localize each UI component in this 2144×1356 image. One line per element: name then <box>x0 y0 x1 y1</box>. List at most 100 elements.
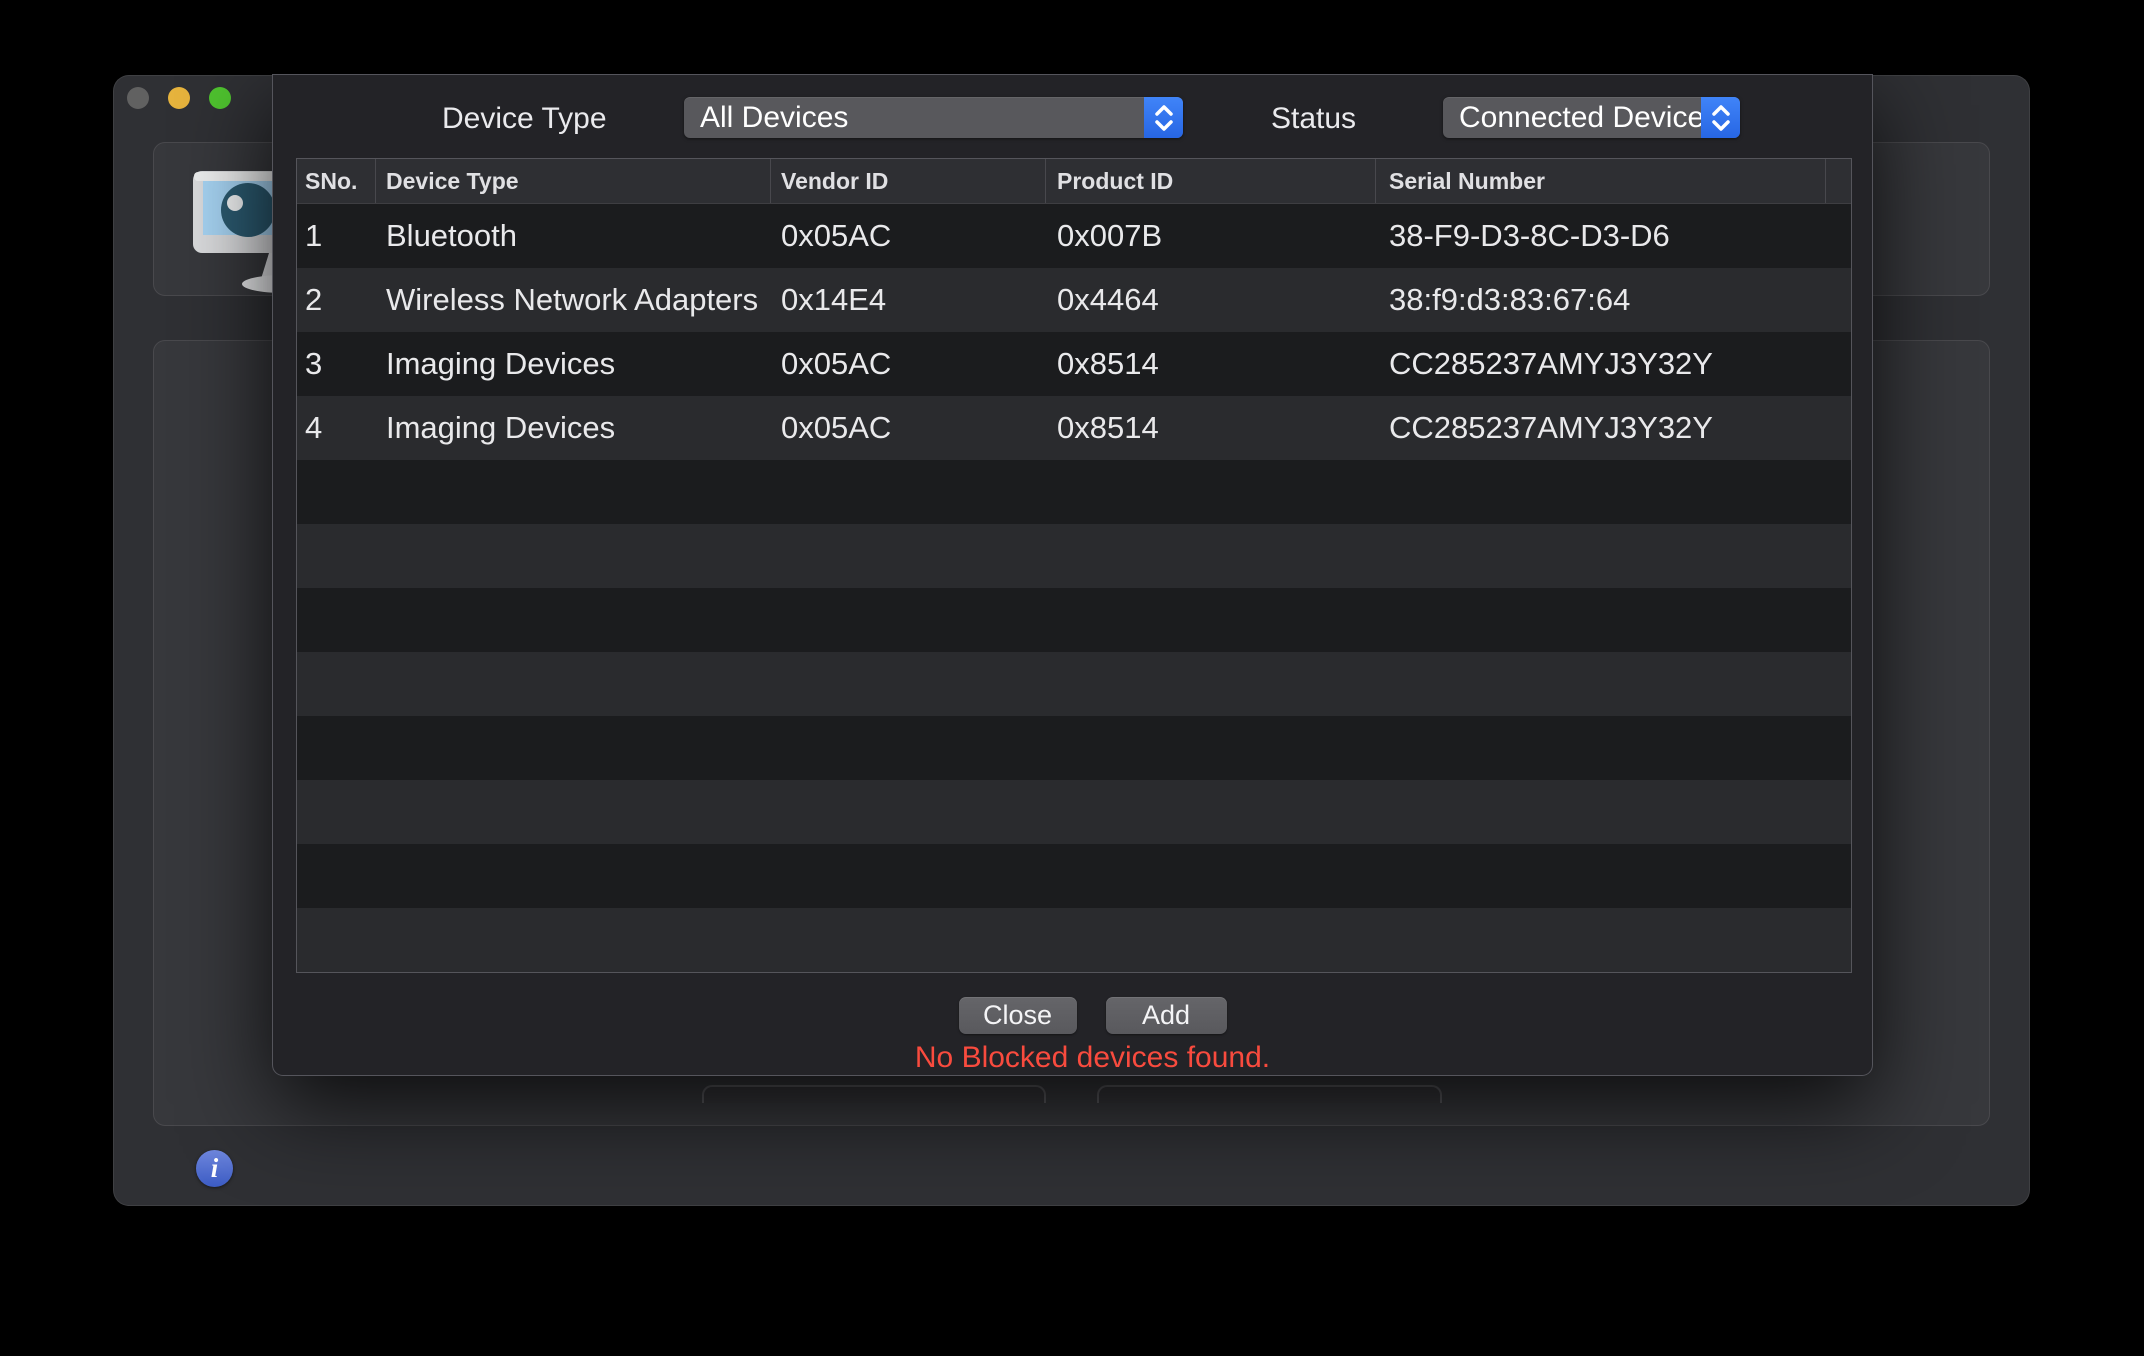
table-cell: 0x05AC <box>771 396 1046 460</box>
table-cell <box>376 780 771 844</box>
table-cell: 0x8514 <box>1046 332 1376 396</box>
window-zoom-button[interactable] <box>209 87 231 109</box>
devices-table: SNo.Device TypeVendor IDProduct IDSerial… <box>296 158 1852 973</box>
table-cell <box>1046 460 1376 524</box>
chevron-up-down-icon <box>1144 97 1183 138</box>
table-cell <box>1046 908 1376 972</box>
table-cell: 2 <box>297 268 376 332</box>
table-cell: Imaging Devices <box>376 332 771 396</box>
table-cell <box>1826 908 1853 972</box>
column-header[interactable]: Serial Number <box>1376 159 1826 203</box>
device-type-label: Device Type <box>442 102 607 136</box>
table-cell <box>771 524 1046 588</box>
status-select[interactable]: Connected Devices <box>1443 97 1740 138</box>
table-cell <box>1376 716 1826 780</box>
window-minimize-button[interactable] <box>168 87 190 109</box>
table-cell: Wireless Network Adapters <box>376 268 771 332</box>
table-cell <box>297 460 376 524</box>
table-cell <box>1046 524 1376 588</box>
column-header[interactable]: Product ID <box>1046 159 1376 203</box>
table-cell <box>297 652 376 716</box>
table-row[interactable]: 3Imaging Devices0x05AC0x8514CC285237AMYJ… <box>297 332 1851 396</box>
table-cell <box>1376 780 1826 844</box>
table-cell: 4 <box>297 396 376 460</box>
table-cell: 1 <box>297 204 376 268</box>
table-cell <box>1376 524 1826 588</box>
table-cell <box>376 844 771 908</box>
table-cell <box>1376 588 1826 652</box>
table-cell: 0x14E4 <box>771 268 1046 332</box>
table-row[interactable]: 2Wireless Network Adapters0x14E40x446438… <box>297 268 1851 332</box>
column-header[interactable]: Device Type <box>376 159 771 203</box>
table-cell: 38-F9-D3-8C-D3-D6 <box>1376 204 1826 268</box>
table-cell <box>771 716 1046 780</box>
table-cell <box>1046 652 1376 716</box>
table-cell <box>1826 396 1853 460</box>
close-button[interactable]: Close <box>959 997 1077 1034</box>
table-cell <box>1376 652 1826 716</box>
table-cell: 0x05AC <box>771 204 1046 268</box>
table-row-empty[interactable] <box>297 524 1851 588</box>
table-cell <box>297 524 376 588</box>
table-row-empty[interactable] <box>297 780 1851 844</box>
column-header-spacer <box>1826 159 1853 203</box>
table-cell <box>376 716 771 780</box>
column-header[interactable]: SNo. <box>297 159 376 203</box>
table-cell <box>1826 780 1853 844</box>
table-cell <box>1826 204 1853 268</box>
table-cell <box>1826 716 1853 780</box>
table-cell <box>1826 652 1853 716</box>
table-cell: 0x007B <box>1046 204 1376 268</box>
table-cell <box>376 652 771 716</box>
device-type-selected-value: All Devices <box>684 97 1183 138</box>
table-cell <box>1826 268 1853 332</box>
table-cell <box>1826 460 1853 524</box>
table-cell <box>1046 780 1376 844</box>
table-cell <box>297 908 376 972</box>
window-close-button[interactable] <box>127 87 149 109</box>
table-row[interactable]: 1Bluetooth0x05AC0x007B38-F9-D3-8C-D3-D6 <box>297 204 1851 268</box>
table-row-empty[interactable] <box>297 908 1851 972</box>
table-cell: CC285237AMYJ3Y32Y <box>1376 332 1826 396</box>
table-cell <box>771 844 1046 908</box>
hidden-control-peek <box>1097 1085 1442 1103</box>
table-cell: 38:f9:d3:83:67:64 <box>1376 268 1826 332</box>
table-cell <box>1046 588 1376 652</box>
table-cell <box>1826 844 1853 908</box>
info-button[interactable]: i <box>196 1150 233 1187</box>
table-row[interactable]: 4Imaging Devices0x05AC0x8514CC285237AMYJ… <box>297 396 1851 460</box>
table-cell <box>297 716 376 780</box>
status-selected-value: Connected Devices <box>1443 97 1740 138</box>
table-cell <box>1046 844 1376 908</box>
column-header[interactable]: Vendor ID <box>771 159 1046 203</box>
table-cell <box>297 780 376 844</box>
status-message: No Blocked devices found. <box>293 1041 1892 1075</box>
device-list-sheet: Device Type All Devices Status Connected… <box>273 75 1872 1075</box>
table-cell <box>376 908 771 972</box>
table-cell <box>1046 716 1376 780</box>
table-row-empty[interactable] <box>297 460 1851 524</box>
table-cell <box>376 524 771 588</box>
table-cell <box>1376 460 1826 524</box>
table-cell: 3 <box>297 332 376 396</box>
table-row-empty[interactable] <box>297 588 1851 652</box>
table-cell <box>771 652 1046 716</box>
chevron-up-down-icon <box>1701 97 1740 138</box>
table-cell: 0x05AC <box>771 332 1046 396</box>
table-cell <box>771 460 1046 524</box>
table-row-empty[interactable] <box>297 844 1851 908</box>
hidden-control-peek <box>702 1085 1046 1103</box>
table-cell <box>771 588 1046 652</box>
table-cell <box>1826 332 1853 396</box>
table-row-empty[interactable] <box>297 716 1851 780</box>
table-cell: Bluetooth <box>376 204 771 268</box>
table-header-row: SNo.Device TypeVendor IDProduct IDSerial… <box>297 159 1851 204</box>
device-type-select[interactable]: All Devices <box>684 97 1183 138</box>
table-row-empty[interactable] <box>297 652 1851 716</box>
add-button[interactable]: Add <box>1106 997 1227 1034</box>
table-cell <box>771 908 1046 972</box>
table-cell: Imaging Devices <box>376 396 771 460</box>
table-cell: CC285237AMYJ3Y32Y <box>1376 396 1826 460</box>
table-cell: 0x4464 <box>1046 268 1376 332</box>
table-cell <box>376 460 771 524</box>
